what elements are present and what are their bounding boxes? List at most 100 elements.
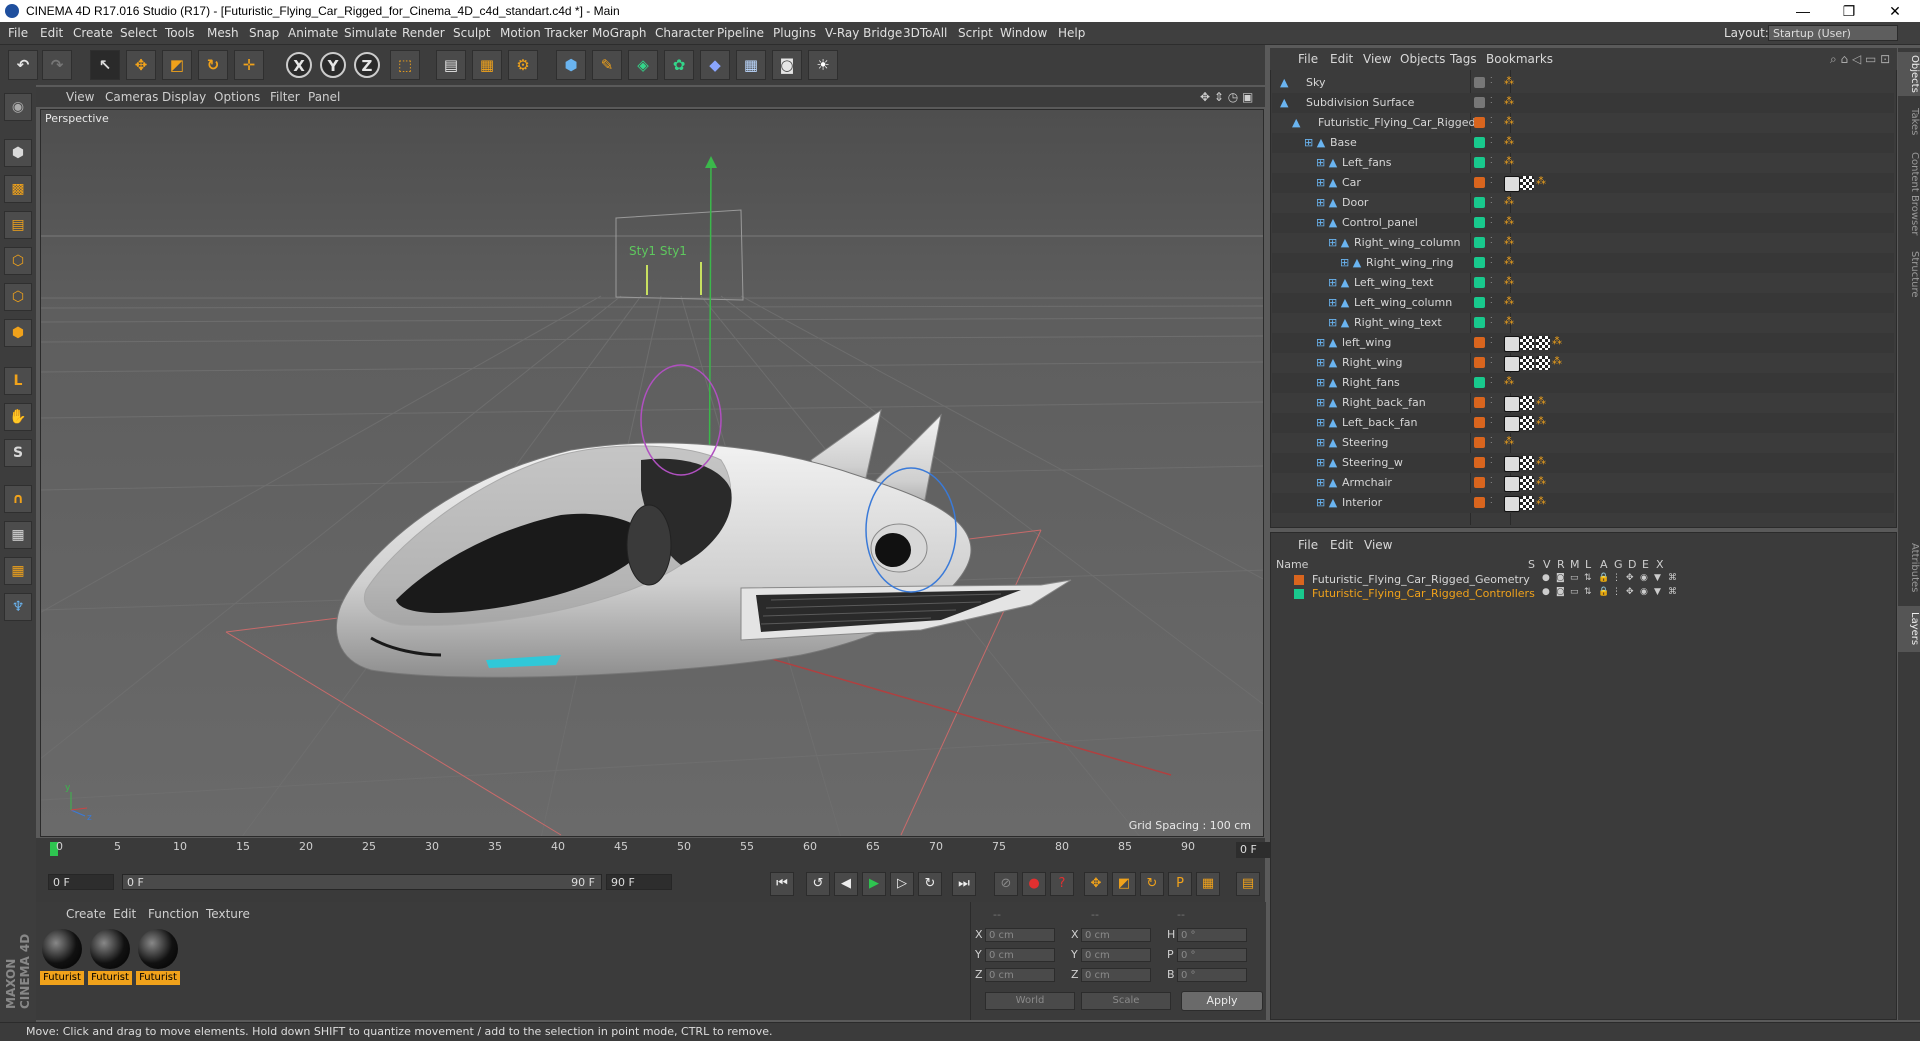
layer-color-swatch[interactable]: [1294, 575, 1304, 585]
play-icon[interactable]: ▶: [862, 872, 886, 896]
texture-mode-icon[interactable]: ▩: [4, 175, 32, 203]
visibility-dots-icon[interactable]: ⁚: [1490, 76, 1493, 85]
menu-edit[interactable]: Edit: [40, 26, 63, 40]
visibility-dots-icon[interactable]: ⁚: [1490, 196, 1493, 205]
tab-takes[interactable]: Takes: [1898, 102, 1920, 142]
object-row[interactable]: ⊞ ▲ Right_back_fan ⁚ ⁂: [1272, 393, 1894, 413]
material-swatch[interactable]: Futurist: [136, 927, 180, 985]
texture-tag-icon[interactable]: [1520, 356, 1534, 370]
texture-tag-icon[interactable]: [1536, 336, 1550, 350]
object-row[interactable]: ⊞ ▲ Steering ⁚ ⁂: [1272, 433, 1894, 453]
layers-menu-view[interactable]: View: [1364, 538, 1392, 552]
key-rotation-icon[interactable]: ↻: [1140, 872, 1164, 896]
visibility-dots-icon[interactable]: ⁚: [1490, 116, 1493, 125]
viewport-menu-display[interactable]: Display: [162, 90, 206, 104]
objects-menu-edit[interactable]: Edit: [1330, 52, 1353, 66]
object-row[interactable]: ⊞ ▲ Car ⁚ ⁂: [1272, 173, 1894, 193]
objects-menu-view[interactable]: View: [1363, 52, 1391, 66]
close-button[interactable]: ✕: [1872, 0, 1918, 22]
texture-tag-icon[interactable]: [1536, 356, 1550, 370]
object-row[interactable]: ⊞ ▲ Right_wing_column ⁚ ⁂: [1272, 233, 1894, 253]
layer-color-swatch[interactable]: [1474, 277, 1485, 288]
layer-flag-icon[interactable]: ▭: [1570, 587, 1579, 597]
rotation-b-field[interactable]: 0 °: [1177, 968, 1247, 982]
material-swatch[interactable]: Futurist: [88, 927, 132, 985]
rig-tag-icon[interactable]: ⁂: [1536, 416, 1550, 430]
layer-column-header[interactable]: A: [1600, 558, 1608, 571]
object-row[interactable]: ⊞ ▲ Right_fans ⁚ ⁂: [1272, 373, 1894, 393]
tweak-mode-icon[interactable]: ✋: [4, 403, 32, 431]
key-point-level-icon[interactable]: ▦: [1196, 872, 1220, 896]
layout-dropdown[interactable]: Startup (User): [1768, 25, 1898, 41]
rig-tag-icon[interactable]: ⁂: [1536, 476, 1550, 490]
layer-flag-icon[interactable]: ●: [1542, 573, 1550, 583]
layer-color-swatch[interactable]: [1474, 97, 1485, 108]
objects-menu-objects[interactable]: Objects: [1400, 52, 1445, 66]
layer-flag-icon[interactable]: ▭: [1570, 573, 1579, 583]
menu-character[interactable]: Character: [655, 26, 714, 40]
menu-create[interactable]: Create: [73, 26, 113, 40]
layer-color-swatch[interactable]: [1474, 477, 1485, 488]
rig-tag-icon[interactable]: ⁂: [1504, 316, 1518, 330]
layer-color-swatch[interactable]: [1474, 177, 1485, 188]
polygons-mode-icon[interactable]: ⬢: [4, 319, 32, 347]
rig-tag-icon[interactable]: ⁂: [1536, 496, 1550, 510]
auto-keying-icon[interactable]: ●: [1022, 872, 1046, 896]
rig-tag-icon[interactable]: ⁂: [1504, 196, 1518, 210]
rig-tag-icon[interactable]: ⁂: [1536, 176, 1550, 190]
layer-flag-icon[interactable]: ◉: [1640, 587, 1648, 597]
spline-pen-icon[interactable]: ✎: [592, 50, 622, 80]
object-row[interactable]: ⊞ ▲ Left_wing_text ⁚ ⁂: [1272, 273, 1894, 293]
rig-tag-icon[interactable]: ⁂: [1552, 356, 1566, 370]
mograph-cloner-icon[interactable]: ✿: [664, 50, 694, 80]
z-axis-lock-icon[interactable]: Z: [354, 52, 380, 78]
layers-menu-edit[interactable]: Edit: [1330, 538, 1353, 552]
material-menu-edit[interactable]: Edit: [113, 907, 136, 921]
material-tag-icon[interactable]: [1504, 416, 1520, 432]
visibility-dots-icon[interactable]: ⁚: [1490, 256, 1493, 265]
visibility-dots-icon[interactable]: ⁚: [1490, 236, 1493, 245]
apply-button[interactable]: Apply: [1181, 991, 1263, 1011]
lock-workplane-icon[interactable]: ▦: [4, 521, 32, 549]
layer-color-swatch[interactable]: [1474, 237, 1485, 248]
menu-motion-tracker[interactable]: Motion Tracker: [500, 26, 588, 40]
cube-primitive-icon[interactable]: ⬢: [556, 50, 586, 80]
visibility-dots-icon[interactable]: ⁚: [1490, 176, 1493, 185]
previous-frame-icon[interactable]: ◀: [834, 872, 858, 896]
material-menu-texture[interactable]: Texture: [206, 907, 250, 921]
visibility-dots-icon[interactable]: ⁚: [1490, 496, 1493, 505]
texture-tag-icon[interactable]: [1520, 456, 1534, 470]
rig-tag-icon[interactable]: ⁂: [1504, 236, 1518, 250]
rig-tag-icon[interactable]: ⁂: [1504, 136, 1518, 150]
position-y-field[interactable]: 0 cm: [985, 948, 1055, 962]
object-row[interactable]: ⊞ ▲ Base ⁚ ⁂: [1272, 133, 1894, 153]
object-row[interactable]: ⊞ ▲ Interior ⁚ ⁂: [1272, 493, 1894, 513]
material-tag-icon[interactable]: [1504, 356, 1520, 372]
previous-key-icon[interactable]: ↺: [806, 872, 830, 896]
position-x-field[interactable]: 0 cm: [985, 928, 1055, 942]
rig-tag-icon[interactable]: ⁂: [1504, 376, 1518, 390]
layer-flag-icon[interactable]: ◉: [1640, 573, 1648, 583]
menu-mograph[interactable]: MoGraph: [592, 26, 647, 40]
material-menu-function[interactable]: Function: [148, 907, 199, 921]
layer-color-swatch[interactable]: [1474, 257, 1485, 268]
visibility-dots-icon[interactable]: ⁚: [1490, 136, 1493, 145]
layer-color-swatch[interactable]: [1474, 117, 1485, 128]
layer-color-swatch[interactable]: [1474, 497, 1485, 508]
size-x-field[interactable]: 0 cm: [1081, 928, 1151, 942]
object-row[interactable]: ⊞ ▲ Left_wing_column ⁚ ⁂: [1272, 293, 1894, 313]
rig-tag-icon[interactable]: ⁂: [1504, 76, 1518, 90]
rotation-h-field[interactable]: 0 °: [1177, 928, 1247, 942]
menu-plugins[interactable]: Plugins: [773, 26, 816, 40]
next-key-icon[interactable]: ↻: [918, 872, 942, 896]
range-slider[interactable]: 0 F 90 F: [122, 874, 602, 890]
size-y-field[interactable]: 0 cm: [1081, 948, 1151, 962]
move-tool-icon[interactable]: ✥: [126, 50, 156, 80]
layer-flag-icon[interactable]: ✥: [1626, 587, 1634, 597]
menu-window[interactable]: Window: [1000, 26, 1047, 40]
rig-tag-icon[interactable]: ⁂: [1536, 396, 1550, 410]
objects-menu-tags[interactable]: Tags: [1450, 52, 1477, 66]
layer-color-swatch[interactable]: [1294, 589, 1304, 599]
visibility-dots-icon[interactable]: ⁚: [1490, 356, 1493, 365]
floor-environment-icon[interactable]: ▦: [736, 50, 766, 80]
